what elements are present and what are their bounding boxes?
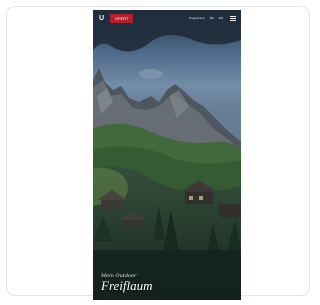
hero-kicker: Mein Outdoor — [101, 273, 137, 279]
hero-title: Freiflaum — [101, 278, 153, 293]
preview-card: U OFERT Programme Ski EN Mein Outdoor Fr… — [6, 6, 310, 300]
site-header: U OFERT Programme Ski EN — [93, 10, 241, 28]
hamburger-menu-icon[interactable] — [230, 16, 236, 21]
offer-button[interactable]: OFERT — [110, 14, 134, 23]
nav-link-programme[interactable]: Programme — [189, 16, 205, 20]
brand-logo[interactable]: U — [99, 15, 106, 22]
nav-link-language[interactable]: EN — [219, 16, 223, 20]
header-nav: Programme Ski EN — [189, 16, 223, 20]
mountain-hero-image — [93, 10, 241, 300]
hero-headline: Mein Outdoor Freiflaum — [101, 273, 153, 293]
website-preview[interactable]: U OFERT Programme Ski EN Mein Outdoor Fr… — [93, 10, 241, 300]
nav-link-ski[interactable]: Ski — [210, 16, 214, 20]
